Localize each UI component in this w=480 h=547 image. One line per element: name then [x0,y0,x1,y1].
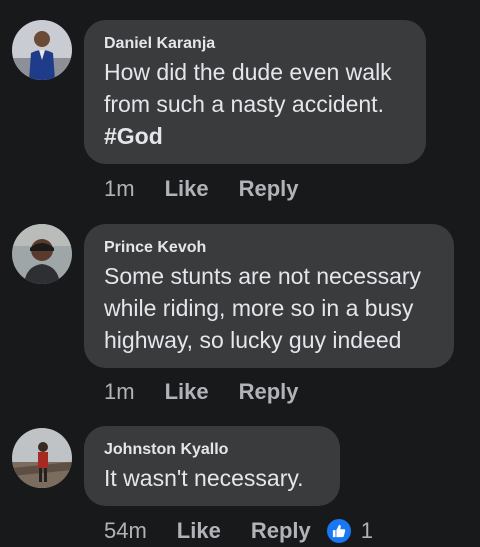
reaction-count: 1 [360,518,373,543]
comment-bubble: Daniel Karanja How did the dude even wal… [84,20,426,164]
comment-text: Some stunts are not necessary while ridi… [104,263,422,353]
comment-author[interactable]: Daniel Karanja [104,34,406,54]
hashtag-link[interactable]: #God [104,123,163,149]
reply-button[interactable]: Reply [239,379,299,405]
like-button[interactable]: Like [165,176,209,202]
avatar[interactable] [12,224,72,284]
like-button[interactable]: Like [177,518,221,544]
reaction-summary[interactable]: 1 [324,517,373,545]
comment-time[interactable]: 54m [104,518,147,544]
comment-author[interactable]: Johnston Kyallo [104,440,320,460]
reply-button[interactable]: Reply [239,176,299,202]
like-button[interactable]: Like [165,379,209,405]
reply-button[interactable]: Reply [251,518,311,544]
avatar[interactable] [12,20,72,80]
profile-photo-icon [12,428,72,488]
comment-actions: 1m Like Reply [104,377,299,407]
comment-bubble: Prince Kevoh Some stunts are not necessa… [84,224,454,368]
comment-time[interactable]: 1m [104,379,135,405]
profile-photo-icon [12,224,72,284]
thumbs-up-icon [324,517,353,545]
profile-photo-icon [12,20,72,80]
comment-author[interactable]: Prince Kevoh [104,238,434,258]
comment-actions: 54m Like Reply 1 [104,516,373,546]
comment-text: How did the dude even walk from such a n… [104,56,406,152]
comment-time[interactable]: 1m [104,176,135,202]
comment-text: It wasn't necessary. [104,465,304,491]
comment-bubble: Johnston Kyallo It wasn't necessary. [84,426,340,506]
avatar[interactable] [12,428,72,488]
comment-actions: 1m Like Reply [104,174,299,204]
comment-body: How did the dude even walk from such a n… [104,59,392,117]
